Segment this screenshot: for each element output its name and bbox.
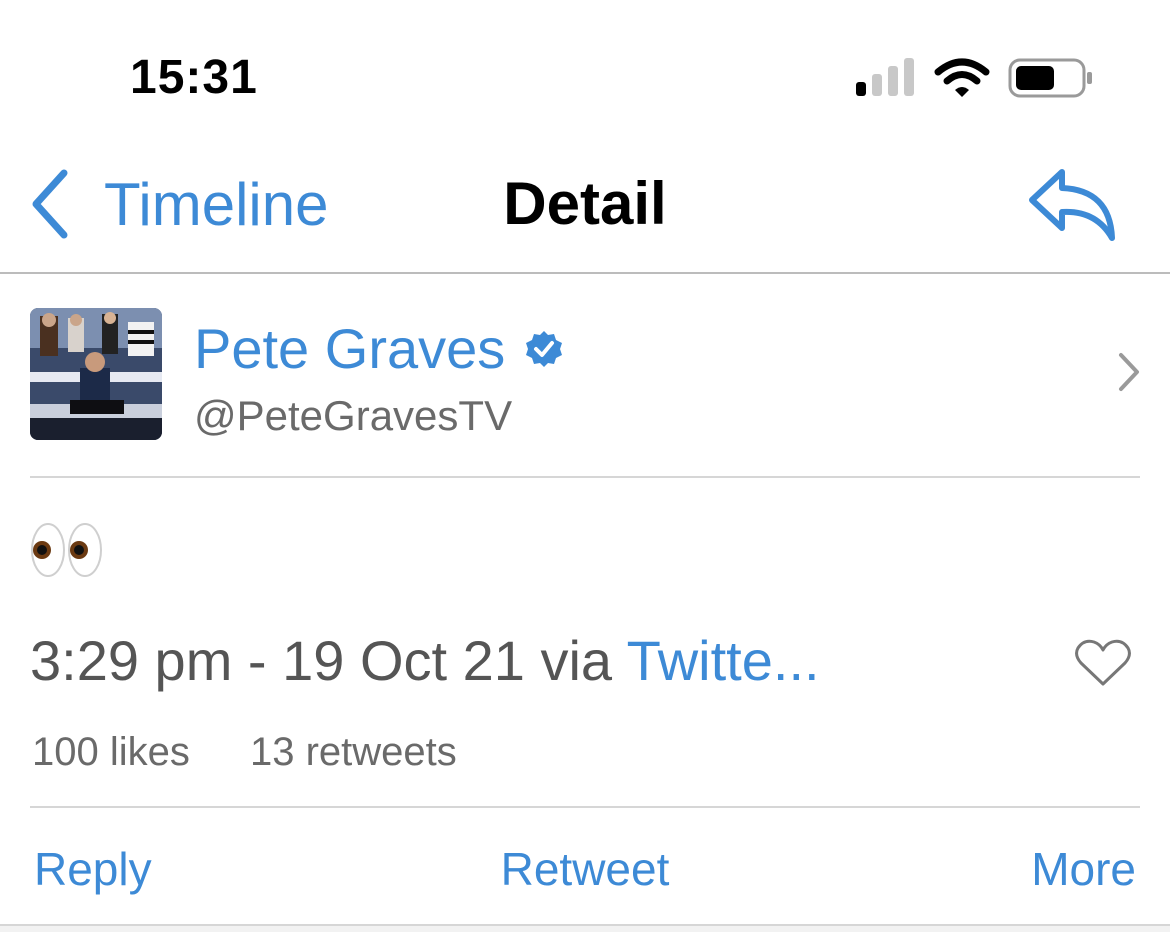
- reply-button[interactable]: Reply: [34, 842, 152, 896]
- wifi-icon: [934, 58, 990, 97]
- avatar-image: [30, 308, 162, 440]
- tweet-timestamp: 3:29 pm - 19 Oct 21 via: [30, 629, 627, 692]
- eyes-emoji-icon: [31, 523, 102, 577]
- likes-count[interactable]: 100 likes: [32, 730, 190, 775]
- verified-badge-icon: [526, 330, 563, 367]
- status-time: 15:31: [130, 51, 258, 104]
- battery-icon: [1008, 58, 1092, 98]
- tweet-text: 👀: [30, 522, 104, 582]
- reply-nav-button[interactable]: [1026, 166, 1118, 247]
- cellular-signal-icon: [856, 58, 914, 96]
- name-row: Pete Graves: [194, 316, 563, 381]
- bottom-divider: [0, 926, 1170, 932]
- like-button[interactable]: [1074, 638, 1132, 693]
- user-handle: @PeteGravesTV: [194, 392, 513, 439]
- retweet-button-wrap: Retweet: [0, 842, 1170, 896]
- avatar[interactable]: [30, 308, 162, 440]
- tweet-meta: 3:29 pm - 19 Oct 21 via Twitte...: [30, 628, 820, 693]
- retweets-count[interactable]: 13 retweets: [250, 730, 457, 775]
- display-name: Pete Graves: [194, 317, 506, 380]
- navigation-bar: Timeline Detail: [0, 140, 1170, 274]
- action-bar: Reply Retweet More: [0, 808, 1170, 926]
- engagement-counts: 100 likes 13 retweets: [30, 730, 1140, 808]
- author-profile-row[interactable]: Pete Graves @PeteGravesTV: [30, 308, 1140, 478]
- status-bar: 15:31: [0, 0, 1170, 140]
- more-button[interactable]: More: [1031, 842, 1136, 896]
- page-title: Detail: [503, 170, 667, 237]
- chevron-right-icon: [1119, 353, 1139, 391]
- heart-icon: [1075, 639, 1131, 686]
- retweet-button[interactable]: Retweet: [501, 843, 670, 895]
- reply-arrow-icon: [1029, 169, 1115, 241]
- via-client-link[interactable]: Twitte...: [627, 629, 820, 692]
